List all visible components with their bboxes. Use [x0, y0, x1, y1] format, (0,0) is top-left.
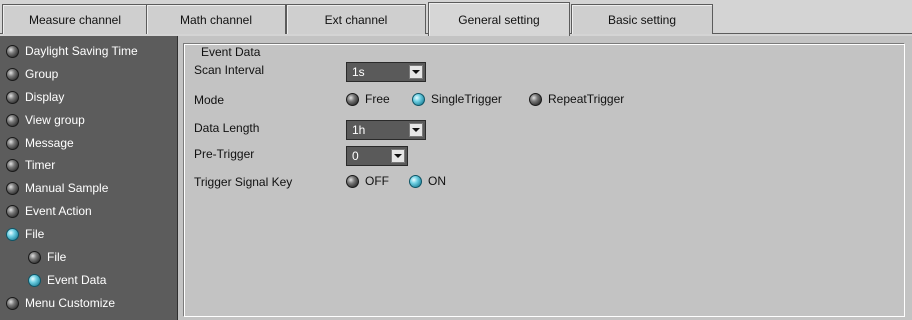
radio-indicator-icon	[28, 250, 41, 264]
sidebar-item-label: Display	[25, 90, 65, 104]
radio-indicator-icon	[6, 113, 19, 127]
radio-indicator-icon	[6, 181, 19, 195]
trigger-signal-key-radio-off[interactable]: OFF	[346, 174, 389, 188]
sidebar-item-file[interactable]: File	[0, 223, 178, 245]
sidebar-item-group[interactable]: Group	[0, 63, 178, 85]
radio-indicator-icon	[6, 67, 19, 81]
sidebar-subitem-file[interactable]: File	[0, 246, 178, 268]
sidebar-item-label: Message	[25, 136, 74, 150]
mode-option-label: SingleTrigger	[431, 92, 502, 106]
tab-measure-channel[interactable]: Measure channel	[2, 4, 148, 34]
mode-radio-single-trigger[interactable]: SingleTrigger	[412, 92, 502, 106]
pre-trigger-value: 0	[352, 149, 359, 163]
sidebar-item-label: File	[47, 250, 67, 264]
tab-general-setting[interactable]: General setting	[428, 2, 570, 36]
radio-indicator-icon	[6, 227, 19, 241]
radio-indicator-icon	[6, 90, 19, 104]
scan-interval-select[interactable]: 1s	[346, 62, 426, 82]
group-title: Event Data	[198, 45, 264, 59]
radio-indicator-icon	[6, 158, 19, 172]
event-data-group: Event Data Scan Interval 1s Mode Free Si…	[183, 43, 905, 317]
sidebar-subitem-event-data[interactable]: Event Data	[0, 269, 178, 291]
trigger-signal-key-option-label: OFF	[365, 174, 389, 188]
sidebar-item-label: Group	[25, 67, 59, 81]
sidebar-item-menu-customize[interactable]: Menu Customize	[0, 292, 178, 314]
tab-math-channel[interactable]: Math channel	[146, 4, 286, 34]
radio-on-icon	[412, 92, 425, 106]
sidebar-item-view-group[interactable]: View group	[0, 109, 178, 131]
chevron-down-icon[interactable]	[391, 149, 405, 163]
sidebar-item-display[interactable]: Display	[0, 86, 178, 108]
sidebar-item-label: Event Action	[25, 204, 92, 218]
tab-ext-channel[interactable]: Ext channel	[286, 4, 426, 34]
data-length-label: Data Length	[194, 121, 260, 135]
pre-trigger-label: Pre-Trigger	[194, 147, 255, 161]
trigger-signal-key-radio-on[interactable]: ON	[409, 174, 446, 188]
mode-option-label: Free	[365, 92, 390, 106]
radio-indicator-icon	[6, 204, 19, 218]
sidebar-item-label: Daylight Saving Time	[25, 44, 138, 58]
sidebar-item-daylight-saving-time[interactable]: Daylight Saving Time	[0, 40, 178, 62]
sidebar-item-label: File	[25, 227, 45, 241]
radio-indicator-icon	[6, 136, 19, 150]
trigger-signal-key-label: Trigger Signal Key	[194, 175, 293, 189]
radio-indicator-icon	[28, 273, 41, 287]
radio-on-icon	[409, 174, 422, 188]
radio-off-icon	[346, 92, 359, 106]
event-data-panel: Event Data Scan Interval 1s Mode Free Si…	[180, 36, 912, 320]
sidebar-item-label: Timer	[25, 158, 56, 172]
sidebar-item-event-action[interactable]: Event Action	[0, 200, 178, 222]
mode-radio-free[interactable]: Free	[346, 92, 390, 106]
radio-indicator-icon	[6, 296, 19, 310]
sidebar-item-message[interactable]: Message	[0, 132, 178, 154]
tab-bar: Measure channel Math channel Ext channel…	[0, 0, 912, 36]
radio-off-icon	[529, 92, 542, 106]
sidebar-item-label: Menu Customize	[25, 296, 116, 310]
sidebar-item-label: View group	[25, 113, 85, 127]
tab-basic-setting[interactable]: Basic setting	[571, 4, 713, 34]
settings-sidebar: Daylight Saving Time Group Display View …	[0, 36, 178, 320]
sidebar-item-label: Event Data	[47, 273, 107, 287]
sidebar-item-manual-sample[interactable]: Manual Sample	[0, 177, 178, 199]
mode-option-label: RepeatTrigger	[548, 92, 625, 106]
pre-trigger-select[interactable]: 0	[346, 146, 408, 166]
trigger-signal-key-option-label: ON	[428, 174, 446, 188]
mode-label: Mode	[194, 93, 225, 107]
sidebar-item-label: Manual Sample	[25, 181, 109, 195]
radio-off-icon	[346, 174, 359, 188]
chevron-down-icon[interactable]	[409, 123, 423, 137]
data-length-value: 1h	[352, 123, 366, 137]
mode-radio-repeat-trigger[interactable]: RepeatTrigger	[529, 92, 624, 106]
data-length-select[interactable]: 1h	[346, 120, 426, 140]
scan-interval-value: 1s	[352, 65, 365, 79]
chevron-down-icon[interactable]	[409, 65, 423, 79]
sidebar-item-timer[interactable]: Timer	[0, 154, 178, 176]
scan-interval-label: Scan Interval	[194, 63, 265, 77]
radio-indicator-icon	[6, 44, 19, 58]
